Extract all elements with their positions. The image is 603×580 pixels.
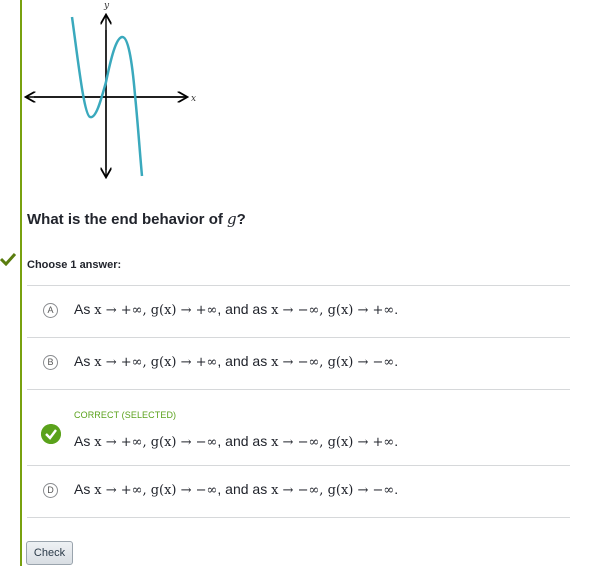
choice-a[interactable]: A As x → +∞, g(x) → +∞, and as x → −∞, g… <box>27 285 570 337</box>
choice-letter-b: B <box>43 355 58 370</box>
choice-d[interactable]: D As x → +∞, g(x) → −∞, and as x → −∞, g… <box>27 465 570 518</box>
choice-text: As x → +∞, g(x) → +∞, and as x → −∞, g(x… <box>74 353 399 370</box>
question-text: What is the end behavior of g? <box>27 210 246 228</box>
function-graph: y x <box>24 1 196 182</box>
choice-text: As x → +∞, g(x) → +∞, and as x → −∞, g(x… <box>74 301 399 318</box>
choose-label: Choose 1 answer: <box>27 259 122 271</box>
choice-text: As x → +∞, g(x) → −∞, and as x → −∞, g(x… <box>74 481 399 498</box>
choice-b[interactable]: B As x → +∞, g(x) → +∞, and as x → −∞, g… <box>27 337 570 389</box>
x-axis-label: x <box>191 94 196 104</box>
check-button[interactable]: Check <box>26 541 73 565</box>
checkmark-icon <box>0 252 16 266</box>
left-progress-rule <box>20 0 22 566</box>
y-axis-label: y <box>103 1 110 11</box>
correct-status-label: CORRECT (SELECTED) <box>74 410 177 420</box>
choice-letter-a: A <box>43 303 58 318</box>
choice-text: As x → +∞, g(x) → −∞, and as x → −∞, g(x… <box>74 433 399 450</box>
choice-letter-d: D <box>43 483 58 498</box>
question-variable: g <box>227 210 237 228</box>
answer-choices: A As x → +∞, g(x) → +∞, and as x → −∞, g… <box>27 285 570 518</box>
choice-c[interactable]: CORRECT (SELECTED) As x → +∞, g(x) → −∞,… <box>27 389 570 465</box>
correct-check-icon <box>41 424 61 444</box>
